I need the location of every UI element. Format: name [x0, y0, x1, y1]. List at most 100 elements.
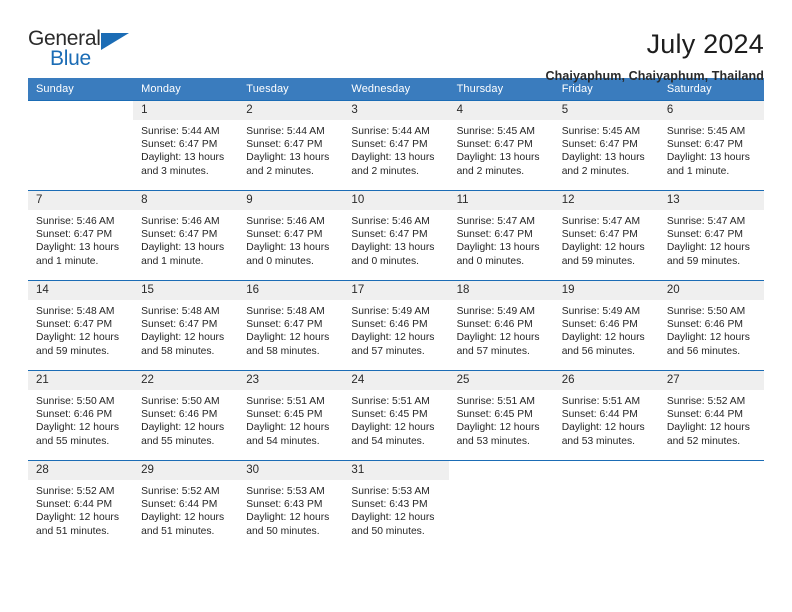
daylight-text-line1: Daylight: 12 hours — [141, 422, 225, 434]
day-details: Sunrise: 5:50 AM Sunset: 6:46 PM Daylight:… — [659, 300, 764, 358]
sunrise-text: Sunrise: 5:52 AM — [666, 396, 746, 407]
sunrise-text: Sunrise: 5:44 AM — [351, 126, 430, 137]
sunset-text: Sunset: 6:44 PM — [561, 409, 638, 421]
sunrise-text: Sunrise: 5:51 AM — [246, 396, 325, 407]
day-number: 13 — [658, 191, 764, 210]
day-number: 2 — [238, 101, 344, 120]
calendar-day-cell[interactable]: 2 Sunrise: 5:44 AM Sunset: 6:47 PM Daylight… — [238, 100, 344, 191]
calendar-day-cell[interactable]: 11 Sunrise: 5:47 AM Sunset: 6:47 PM Dayligh… — [448, 190, 554, 281]
sunrise-text: Sunrise: 5:47 AM — [561, 216, 641, 227]
sunset-text: Sunset: 6:46 PM — [666, 319, 743, 331]
calendar-day-cell[interactable]: 23 Sunrise: 5:51 AM Sunset: 6:45 PM Dayligh… — [238, 370, 344, 461]
sunset-text: Sunset: 6:44 PM — [666, 409, 743, 421]
daylight-text-line2: and 2 minutes. — [561, 165, 630, 177]
calendar-day-cell[interactable]: 19 Sunrise: 5:49 AM Sunset: 6:46 PM Dayligh… — [553, 280, 659, 371]
day-details: Sunrise: 5:46 AM Sunset: 6:47 PM Daylight:… — [133, 210, 238, 268]
day-details: Sunrise: 5:49 AM Sunset: 6:46 PM Daylight:… — [449, 300, 554, 358]
brand-name-general: General — [28, 27, 101, 50]
calendar-day-cell[interactable]: 3 Sunrise: 5:44 AM Sunset: 6:47 PM Daylight… — [343, 100, 449, 191]
day-details — [554, 480, 659, 485]
brand-logo[interactable]: General Blue — [28, 28, 140, 74]
day-number — [553, 461, 659, 480]
sunset-text: Sunset: 6:46 PM — [456, 319, 533, 331]
sunset-text: Sunset: 6:46 PM — [561, 319, 638, 331]
calendar-day-cell[interactable]: 24 Sunrise: 5:51 AM Sunset: 6:45 PM Dayligh… — [343, 370, 449, 461]
calendar-day-cell[interactable]: 4 Sunrise: 5:45 AM Sunset: 6:47 PM Daylight… — [448, 100, 554, 191]
calendar-day-cell[interactable]: 30 Sunrise: 5:53 AM Sunset: 6:43 PM Dayligh… — [238, 460, 344, 551]
daylight-text-line1: Daylight: 13 hours — [141, 242, 225, 254]
calendar-day-cell[interactable]: 6 Sunrise: 5:45 AM Sunset: 6:47 PM Daylight… — [658, 100, 764, 191]
calendar-cell-empty — [28, 100, 134, 191]
day-details: Sunrise: 5:51 AM Sunset: 6:45 PM Daylight:… — [343, 390, 448, 448]
sunset-text: Sunset: 6:46 PM — [141, 409, 218, 421]
calendar-day-cell[interactable]: 20 Sunrise: 5:50 AM Sunset: 6:46 PM Dayligh… — [658, 280, 764, 371]
daylight-text-line1: Daylight: 13 hours — [246, 152, 330, 164]
day-number: 7 — [28, 191, 134, 210]
sunrise-text: Sunrise: 5:48 AM — [246, 306, 325, 317]
day-number: 16 — [238, 281, 344, 300]
day-number: 18 — [448, 281, 554, 300]
sunset-text: Sunset: 6:47 PM — [36, 229, 113, 241]
brand-name-blue: Blue — [50, 47, 91, 70]
calendar-day-cell[interactable]: 15 Sunrise: 5:48 AM Sunset: 6:47 PM Dayligh… — [133, 280, 239, 371]
sunset-text: Sunset: 6:46 PM — [36, 409, 113, 421]
sunset-text: Sunset: 6:47 PM — [561, 139, 638, 151]
daylight-text-line1: Daylight: 12 hours — [141, 332, 225, 344]
calendar-day-cell[interactable]: 9 Sunrise: 5:46 AM Sunset: 6:47 PM Daylight… — [238, 190, 344, 281]
daylight-text-line1: Daylight: 12 hours — [666, 242, 750, 254]
calendar-day-cell[interactable]: 1 Sunrise: 5:44 AM Sunset: 6:47 PM Daylight… — [133, 100, 239, 191]
sunrise-text: Sunrise: 5:46 AM — [36, 216, 115, 227]
day-number: 22 — [133, 371, 239, 390]
day-details: Sunrise: 5:51 AM Sunset: 6:45 PM Daylight:… — [238, 390, 343, 448]
calendar-day-cell[interactable]: 22 Sunrise: 5:50 AM Sunset: 6:46 PM Dayligh… — [133, 370, 239, 461]
calendar-day-cell[interactable]: 26 Sunrise: 5:51 AM Sunset: 6:44 PM Dayligh… — [553, 370, 659, 461]
day-details: Sunrise: 5:53 AM Sunset: 6:43 PM Daylight:… — [238, 480, 343, 538]
day-details: Sunrise: 5:49 AM Sunset: 6:46 PM Daylight:… — [554, 300, 659, 358]
calendar-day-cell[interactable]: 25 Sunrise: 5:51 AM Sunset: 6:45 PM Dayligh… — [448, 370, 554, 461]
calendar-day-cell[interactable]: 28 Sunrise: 5:52 AM Sunset: 6:44 PM Dayligh… — [28, 460, 134, 551]
day-number — [28, 101, 134, 120]
day-number: 5 — [553, 101, 659, 120]
calendar-day-cell[interactable]: 18 Sunrise: 5:49 AM Sunset: 6:46 PM Dayligh… — [448, 280, 554, 371]
daylight-text-line1: Daylight: 13 hours — [456, 242, 540, 254]
daylight-text-line2: and 56 minutes. — [666, 345, 741, 357]
day-details: Sunrise: 5:48 AM Sunset: 6:47 PM Daylight:… — [238, 300, 343, 358]
sunset-text: Sunset: 6:44 PM — [36, 499, 113, 511]
calendar-day-cell[interactable]: 8 Sunrise: 5:46 AM Sunset: 6:47 PM Daylight… — [133, 190, 239, 281]
calendar-day-cell[interactable]: 17 Sunrise: 5:49 AM Sunset: 6:46 PM Dayligh… — [343, 280, 449, 371]
sunset-text: Sunset: 6:47 PM — [141, 319, 218, 331]
calendar-day-cell[interactable]: 7 Sunrise: 5:46 AM Sunset: 6:47 PM Daylight… — [28, 190, 134, 281]
calendar-day-cell[interactable]: 14 Sunrise: 5:48 AM Sunset: 6:47 PM Dayligh… — [28, 280, 134, 371]
daylight-text-line2: and 58 minutes. — [246, 345, 320, 357]
day-number: 24 — [343, 371, 449, 390]
sunrise-text: Sunrise: 5:49 AM — [561, 306, 641, 317]
daylight-text-line2: and 1 minute. — [36, 255, 99, 267]
day-details: Sunrise: 5:52 AM Sunset: 6:44 PM Daylight:… — [133, 480, 238, 538]
calendar-day-cell[interactable]: 31 Sunrise: 5:53 AM Sunset: 6:43 PM Dayligh… — [343, 460, 449, 551]
sunset-text: Sunset: 6:43 PM — [351, 499, 428, 511]
sunrise-text: Sunrise: 5:48 AM — [141, 306, 220, 317]
daylight-text-line2: and 54 minutes. — [351, 435, 425, 447]
day-number: 25 — [448, 371, 554, 390]
sunrise-text: Sunrise: 5:50 AM — [36, 396, 115, 407]
calendar-day-cell[interactable]: 27 Sunrise: 5:52 AM Sunset: 6:44 PM Dayligh… — [658, 370, 764, 461]
sunrise-text: Sunrise: 5:46 AM — [246, 216, 325, 227]
calendar-day-cell[interactable]: 12 Sunrise: 5:47 AM Sunset: 6:47 PM Dayligh… — [553, 190, 659, 281]
sunrise-text: Sunrise: 5:48 AM — [36, 306, 115, 317]
calendar-day-cell[interactable]: 16 Sunrise: 5:48 AM Sunset: 6:47 PM Dayligh… — [238, 280, 344, 371]
sunset-text: Sunset: 6:47 PM — [246, 229, 323, 241]
sunset-text: Sunset: 6:47 PM — [36, 319, 113, 331]
calendar-day-cell[interactable]: 5 Sunrise: 5:45 AM Sunset: 6:47 PM Daylight… — [553, 100, 659, 191]
sunset-text: Sunset: 6:47 PM — [456, 229, 533, 241]
daylight-text-line2: and 59 minutes. — [666, 255, 741, 267]
day-details: Sunrise: 5:44 AM Sunset: 6:47 PM Daylight:… — [343, 120, 448, 178]
calendar-day-cell[interactable]: 21 Sunrise: 5:50 AM Sunset: 6:46 PM Dayligh… — [28, 370, 134, 461]
calendar-day-cell[interactable]: 10 Sunrise: 5:46 AM Sunset: 6:47 PM Dayligh… — [343, 190, 449, 281]
daylight-text-line1: Daylight: 13 hours — [456, 152, 540, 164]
calendar-day-cell[interactable]: 13 Sunrise: 5:47 AM Sunset: 6:47 PM Dayligh… — [658, 190, 764, 281]
daylight-text-line1: Daylight: 13 hours — [351, 242, 435, 254]
calendar-grid: Sunday Monday Tuesday Wednesday Thursday Frid… — [28, 78, 764, 551]
day-details: Sunrise: 5:50 AM Sunset: 6:46 PM Daylight:… — [28, 390, 133, 448]
daylight-text-line1: Daylight: 12 hours — [246, 422, 330, 434]
calendar-day-cell[interactable]: 29 Sunrise: 5:52 AM Sunset: 6:44 PM Dayligh… — [133, 460, 239, 551]
